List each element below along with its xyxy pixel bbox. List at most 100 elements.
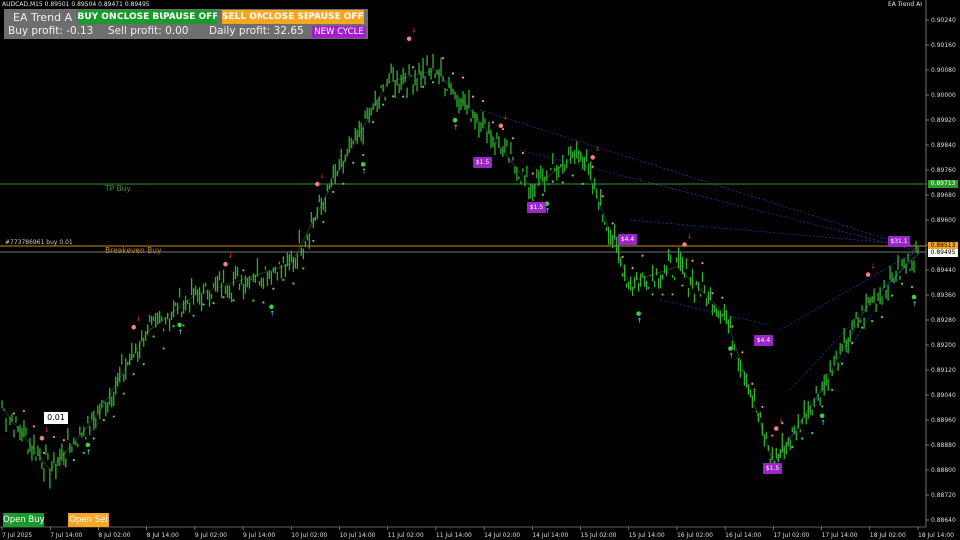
sell-signal-marker [865,272,871,277]
trend-dot [282,278,285,281]
sell-signal-marker [774,426,779,431]
trade-link-line [779,251,916,331]
pause-off-sell-button[interactable]: PAUSE OFF [308,10,364,24]
trend-dot [332,190,335,194]
sell-signal-marker [498,123,504,129]
buy-on-button[interactable]: BUY ON [77,10,117,24]
trend-dot [701,262,704,265]
price-label: 0.88880 [931,442,956,449]
down-arrow-icon: ↓ [319,172,325,180]
tp-buy-label: TP Buy [105,184,131,193]
price-label: 0.89200 [931,342,956,349]
time-label: 16 Jul 14:00 [725,532,761,539]
time-label: 17 Jul 14:00 [822,532,858,539]
close-sell-button[interactable]: CLOSE SEL [262,10,308,24]
trend-dot [841,362,844,365]
trend-dot [322,220,325,224]
sell-signal-marker [39,435,45,441]
trend-dot [72,459,75,462]
price-label: 0.90160 [931,42,956,49]
buy-signal-marker [177,322,182,328]
up-arrow-icon: ↑ [269,310,275,318]
trend-dot [212,302,215,305]
trend-dot [92,437,95,440]
time-label: 18 Jul 14:00 [918,532,954,539]
trend-dot [731,325,734,328]
trend-dot [362,153,365,157]
trend-dot [302,267,305,270]
trend-dot [352,161,355,164]
trend-dot [132,373,135,376]
trend-dot [511,137,514,140]
trend-dot [32,425,36,428]
trend-dot [412,66,415,69]
price-label: 0.88800 [931,467,956,474]
trend-dot [661,293,664,296]
up-arrow-icon: ↑ [453,124,459,132]
new-cycle-button[interactable]: NEW CYCLE [312,26,366,38]
time-label: 9 Jul 14:00 [243,532,275,539]
price-label: 0.88640 [931,517,956,524]
pause-off-buy-button[interactable]: PAUSE OFF [163,10,217,24]
trend-dot [122,392,125,395]
trend-dot [711,292,714,295]
trend-dot [182,324,185,327]
open-sell-button[interactable]: Open Sel [68,513,109,527]
time-label: 7 Jul 14:00 [50,532,82,539]
trend-dot [691,259,694,262]
time-label: 11 Jul 14:00 [436,532,472,539]
open-buy-button[interactable]: Open Buy [3,513,44,527]
price-chart[interactable]: ↓↑↓↑↓↑↓↑↓↑↓↑↓↑↓↑↓ ↑↓↑ 0.902400.901600.900… [0,0,960,540]
order-label: #773786961 buy 0.01 [5,239,73,246]
trend-dot [621,255,624,259]
trend-dot [292,282,295,285]
trend-dot [811,431,814,435]
trend-dot [681,284,684,287]
trend-dot [242,269,245,272]
sell-on-button[interactable]: SELL ON [222,10,262,24]
price-label: 0.89440 [931,267,956,274]
close-buy-button[interactable]: CLOSE BUY [117,10,163,24]
trend-dot [421,85,425,88]
profit-badge: $31.1 [888,236,910,247]
sell-signal-marker [315,181,320,187]
chart-frame [0,0,927,528]
price-label: 0.89040 [931,392,956,399]
buy-signal-marker [360,162,366,167]
trend-dot [431,81,435,84]
up-arrow-icon: ↑ [361,168,367,176]
up-arrow-icon: ↑ [728,352,734,360]
trend-dot [831,388,834,391]
down-arrow-icon: ↓ [870,262,876,270]
buy-signal-marker [452,117,458,123]
time-label: 16 Jul 02:00 [677,532,713,539]
trend-dot [222,296,225,299]
trend-dot [900,282,904,285]
time-label: 10 Jul 14:00 [339,532,375,539]
sell-signal-marker [131,324,137,330]
trend-dot [821,405,824,408]
trend-dot [42,451,46,455]
trade-link-line [629,219,916,246]
price-label: 0.89760 [931,167,956,174]
profit-badge: $1.5 [763,463,782,474]
trend-dot [312,239,315,243]
lot-size-field[interactable]: 0.01 [44,412,68,424]
trend-dot [491,121,495,124]
trade-link-lines [479,109,916,471]
trend-dot [342,182,345,185]
trend-dot [581,182,584,185]
trend-dot [771,434,774,437]
down-arrow-icon: ↓ [44,426,50,434]
trend-dot [541,193,544,196]
sell-profit-label: Sell profit: 0.00 [108,25,189,37]
up-arrow-icon: ↑ [178,328,184,336]
trend-dot [910,285,914,289]
trend-dot [82,451,85,454]
trend-dot [551,180,554,183]
buy-signal-marker [636,311,641,316]
trend-dot [252,299,255,302]
trend-dot [641,254,644,257]
down-arrow-icon: ↓ [228,252,234,260]
trend-dot [761,405,764,409]
